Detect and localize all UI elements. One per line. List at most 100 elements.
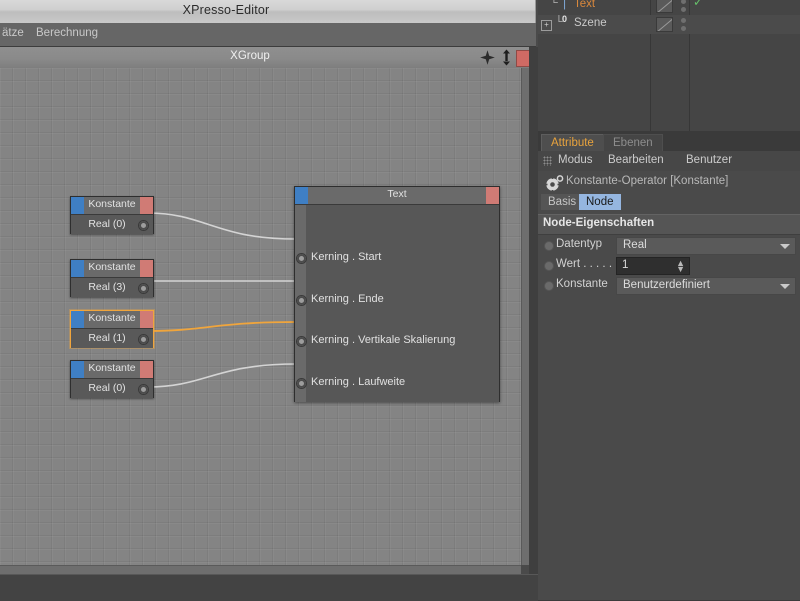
wert-value: 1 — [622, 259, 629, 271]
node-title: Konstante — [88, 312, 136, 324]
editor-right-edge — [529, 47, 538, 600]
grip-dots-icon[interactable] — [543, 156, 552, 166]
input-port-kerning-laufweite[interactable]: Kerning . Laufweite — [295, 376, 499, 390]
menu-item-berechnung[interactable]: Berechnung — [36, 27, 98, 39]
datentyp-dropdown[interactable]: Real — [616, 237, 796, 255]
output-port-block-icon[interactable] — [140, 197, 153, 214]
chevron-down-icon — [780, 284, 790, 289]
node-konstante-2[interactable]: Konstante Real (3) — [70, 259, 154, 297]
scene-layer-number: 0 — [562, 14, 568, 24]
node-header[interactable]: Konstante — [71, 260, 153, 278]
output-port-icon[interactable] — [138, 384, 149, 395]
menu-item-modus[interactable]: Modus — [558, 154, 593, 166]
input-port-block-icon[interactable] — [71, 197, 84, 214]
menu-item-benutzer[interactable]: Benutzer — [686, 154, 732, 166]
input-port-icon[interactable] — [296, 253, 307, 264]
node-header[interactable]: Konstante — [71, 361, 153, 379]
input-port-icon[interactable] — [296, 336, 307, 347]
xgroup-header: XGroup — [0, 47, 536, 69]
menu-item-bearbeiten[interactable]: Bearbeiten — [608, 154, 664, 166]
stepper-icon[interactable]: ▲ ▼ — [676, 259, 685, 274]
node-text[interactable]: Text Kerning . Start Kerning . Ende Kern… — [294, 186, 500, 402]
input-port-label: Kerning . Ende — [311, 293, 384, 305]
output-port-block-icon[interactable] — [140, 260, 153, 277]
check-icon: ✓ — [693, 0, 704, 9]
input-port-block-icon[interactable] — [71, 361, 84, 378]
chevron-down-icon — [780, 244, 790, 249]
editor-menubar: ätze Berechnung — [0, 23, 536, 47]
wire-laufweite — [147, 363, 297, 388]
property-row-datentyp: Datentyp Real — [538, 235, 800, 255]
visibility-hatch-icon[interactable] — [656, 17, 673, 32]
node-header[interactable]: Konstante — [71, 197, 153, 215]
titlebar-edge — [535, 0, 536, 23]
datentyp-value: Real — [623, 239, 647, 251]
visibility-hatch-icon[interactable] — [656, 0, 673, 13]
input-port-label: Kerning . Vertikale Skalierung — [311, 334, 456, 346]
input-port-kerning-start[interactable]: Kerning . Start — [295, 251, 499, 265]
node-output-row[interactable]: Real (0) — [71, 215, 153, 234]
input-port-block-icon[interactable] — [71, 260, 84, 277]
tree-branch-icon: └ — [550, 0, 558, 9]
tab-attribute[interactable]: Attribute — [541, 134, 604, 152]
window-titlebar[interactable]: XPresso-Editor — [0, 0, 536, 24]
input-port-block-icon[interactable] — [71, 311, 84, 328]
attribute-object-title-row: Konstante-Operator [Konstante] — [538, 171, 800, 194]
node-konstante-1[interactable]: Konstante Real (0) — [70, 196, 154, 234]
node-konstante-3-selected[interactable]: Konstante Real (1) — [70, 310, 154, 348]
node-output-row[interactable]: Real (1) — [71, 329, 153, 348]
property-row-wert: Wert . . . . . 1 ▲ ▼ — [538, 255, 800, 275]
xgroup-title: XGroup — [230, 50, 270, 62]
subtab-basis[interactable]: Basis — [541, 194, 584, 210]
object-row-szene[interactable]: + └ 0 Szene — [538, 14, 800, 34]
node-header[interactable]: Text — [295, 187, 499, 205]
output-port-icon[interactable] — [138, 283, 149, 294]
visibility-dots-icon[interactable] — [681, 18, 686, 34]
property-bullet-icon[interactable] — [544, 281, 554, 291]
output-port-icon[interactable] — [138, 220, 149, 231]
output-port-block-icon[interactable] — [140, 361, 153, 378]
output-port-block-icon[interactable] — [140, 311, 153, 328]
menu-item-saetze[interactable]: ätze — [2, 27, 24, 39]
node-output-row[interactable]: Real (3) — [71, 278, 153, 297]
output-port-icon[interactable] — [138, 334, 149, 345]
gear-icon — [545, 175, 564, 192]
property-bullet-icon[interactable] — [544, 261, 554, 271]
object-name-label[interactable]: Szene — [574, 17, 607, 29]
input-port-kerning-vertikale-skalierung[interactable]: Kerning . Vertikale Skalierung — [295, 334, 499, 348]
input-port-icon[interactable] — [296, 378, 307, 389]
property-label: Konstante — [556, 278, 608, 290]
text-object-tag-icon[interactable]: | — [563, 0, 566, 10]
section-header-label: Node-Eigenschaften — [543, 217, 655, 229]
object-name-label[interactable]: Text — [574, 0, 595, 10]
input-port-kerning-ende[interactable]: Kerning . Ende — [295, 293, 499, 307]
node-output-label: Real (0) — [88, 218, 126, 230]
tab-ebenen[interactable]: Ebenen — [603, 134, 663, 152]
node-header[interactable]: Konstante — [71, 311, 153, 329]
input-port-label: Kerning . Laufweite — [311, 376, 406, 388]
attribute-manager-tabbar: Attribute Ebenen — [538, 131, 800, 152]
xpresso-editor-window: XPresso-Editor ätze Berechnung XGroup Ko… — [0, 0, 538, 601]
attribute-object-title: Konstante-Operator [Konstante] — [566, 175, 729, 187]
node-title: Konstante — [88, 198, 136, 210]
node-konstante-4[interactable]: Konstante Real (0) — [70, 360, 154, 398]
wert-number-input[interactable]: 1 ▲ ▼ — [616, 257, 690, 275]
node-title: Konstante — [88, 362, 136, 374]
object-row-text[interactable]: └ | Text ✓ — [538, 0, 800, 15]
property-bullet-icon[interactable] — [544, 241, 554, 251]
konstante-dropdown[interactable]: Benutzerdefiniert — [616, 277, 796, 295]
node-output-row[interactable]: Real (0) — [71, 379, 153, 398]
subtab-node[interactable]: Node — [579, 194, 621, 210]
wire-vertikale-skalierung — [147, 321, 297, 332]
object-manager[interactable]: └ | Text ✓ + └ 0 Szene — [538, 0, 800, 132]
section-header: Node-Eigenschaften — [538, 214, 800, 235]
node-graph-canvas[interactable]: Konstante Real (0) Konstante Real (3) Ko… — [0, 68, 521, 565]
node-output-label: Real (1) — [88, 332, 126, 344]
visibility-dots-icon[interactable] — [681, 0, 686, 15]
input-port-icon[interactable] — [296, 295, 307, 306]
output-port-block-icon[interactable] — [486, 187, 499, 204]
attribute-manager-body: Modus Bearbeiten Benutzer Konstante-Oper… — [538, 151, 800, 600]
input-port-block-icon[interactable] — [295, 187, 308, 204]
expand-plus-icon[interactable]: + — [541, 20, 552, 31]
node-body: Kerning . Start Kerning . Ende Kerning .… — [295, 205, 499, 402]
